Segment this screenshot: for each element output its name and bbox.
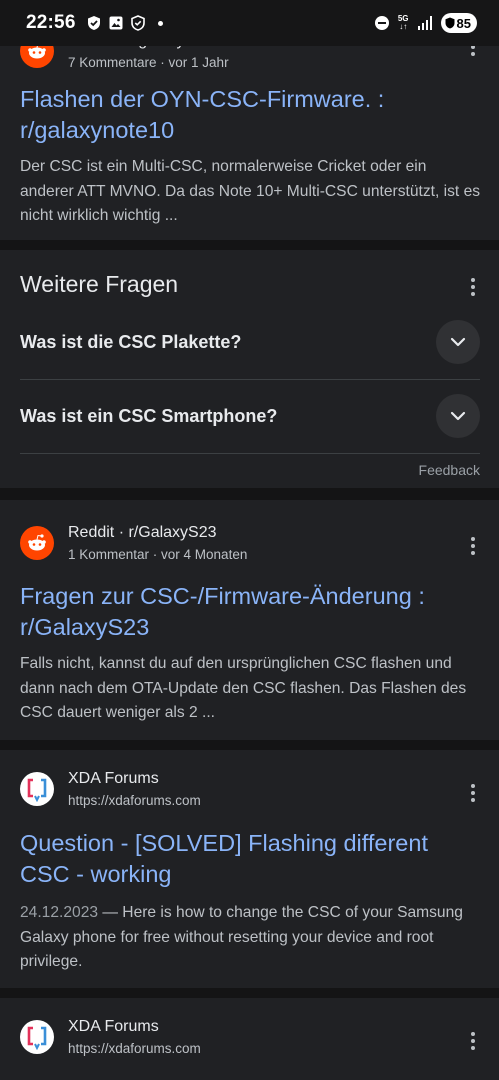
battery-indicator: 85 (440, 13, 477, 33)
result-source: XDA Forums https://xdaforums.com (20, 770, 201, 808)
result-card-3: XDA Forums https://xdaforums.com Questio… (0, 750, 499, 988)
more-options-icon[interactable] (467, 1032, 479, 1050)
expand-chevron-icon[interactable] (436, 320, 480, 364)
result-meta: 1 Kommentar · vor 4 Monaten (68, 547, 248, 562)
more-options-icon[interactable] (467, 278, 479, 296)
xda-icon (20, 1020, 54, 1054)
status-bar: 22:56 5G ↓↑ 85 (0, 0, 499, 46)
people-also-ask-title: Weitere Fragen (20, 271, 179, 297)
question-row[interactable]: Was ist ein CSC Smartphone? (20, 394, 480, 438)
result-source-name[interactable]: XDA Forums (68, 770, 201, 788)
reddit-icon (20, 526, 54, 560)
question-text[interactable]: Was ist ein CSC Smartphone? (20, 406, 277, 427)
signal-icon (417, 15, 433, 31)
xda-icon (20, 772, 54, 806)
card-divider (0, 740, 499, 750)
notification-icons (86, 15, 163, 31)
system-icons: 5G ↓↑ 85 (374, 13, 477, 33)
card-divider (0, 488, 499, 500)
question-row[interactable]: Was ist die CSC Plakette? (20, 320, 480, 364)
more-options-icon[interactable] (467, 537, 479, 555)
result-card-4: XDA Forums https://xdaforums.com (0, 998, 499, 1080)
result-title-link[interactable]: Question - [SOLVED] Flashing different C… (20, 828, 480, 890)
result-source: Reddit · r/GalaxyS23 1 Kommentar · vor 4… (20, 524, 247, 562)
security-shield-icon (130, 15, 146, 31)
network-type: 5G ↓↑ (397, 14, 409, 31)
more-options-icon[interactable] (467, 784, 479, 802)
more-notifications-dot-icon (157, 20, 163, 26)
question-divider (20, 379, 480, 380)
battery-saver-icon (445, 17, 455, 29)
gallery-icon (108, 15, 124, 31)
result-title-link[interactable]: Flashen der OYN-CSC-Firmware. : r/galaxy… (20, 84, 480, 146)
card-divider (0, 240, 499, 250)
result-url: https://xdaforums.com (68, 793, 201, 808)
question-divider (20, 453, 480, 454)
result-snippet: 24.12.2023 — Here is how to change the C… (20, 901, 482, 975)
expand-chevron-icon[interactable] (436, 394, 480, 438)
result-card-2: Reddit · r/GalaxyS23 1 Kommentar · vor 4… (0, 500, 499, 740)
result-snippet: Falls nicht, kannst du auf den ursprüngl… (20, 655, 467, 721)
status-time: 22:56 (26, 12, 76, 33)
result-snippet: Der CSC ist ein Multi-CSC, normalerweise… (20, 158, 481, 224)
result-source: XDA Forums https://xdaforums.com (20, 1018, 201, 1056)
result-source-name[interactable]: Reddit · r/GalaxyS23 (68, 524, 247, 542)
do-not-disturb-icon (374, 15, 390, 31)
result-url: https://xdaforums.com (68, 1041, 201, 1056)
feedback-link[interactable]: Feedback (419, 462, 480, 478)
result-date: 24.12.2023 (20, 904, 99, 921)
result-title-link[interactable]: Fragen zur CSC-/Firmware-Änderung : r/Ga… (20, 581, 480, 643)
vpn-shield-icon (86, 15, 102, 31)
question-text[interactable]: Was ist die CSC Plakette? (20, 332, 241, 353)
result-meta: 7 Kommentare · vor 1 Jahr (68, 55, 229, 70)
result-source-name[interactable]: XDA Forums (68, 1018, 201, 1036)
card-divider (0, 988, 499, 998)
battery-level: 85 (456, 15, 471, 31)
